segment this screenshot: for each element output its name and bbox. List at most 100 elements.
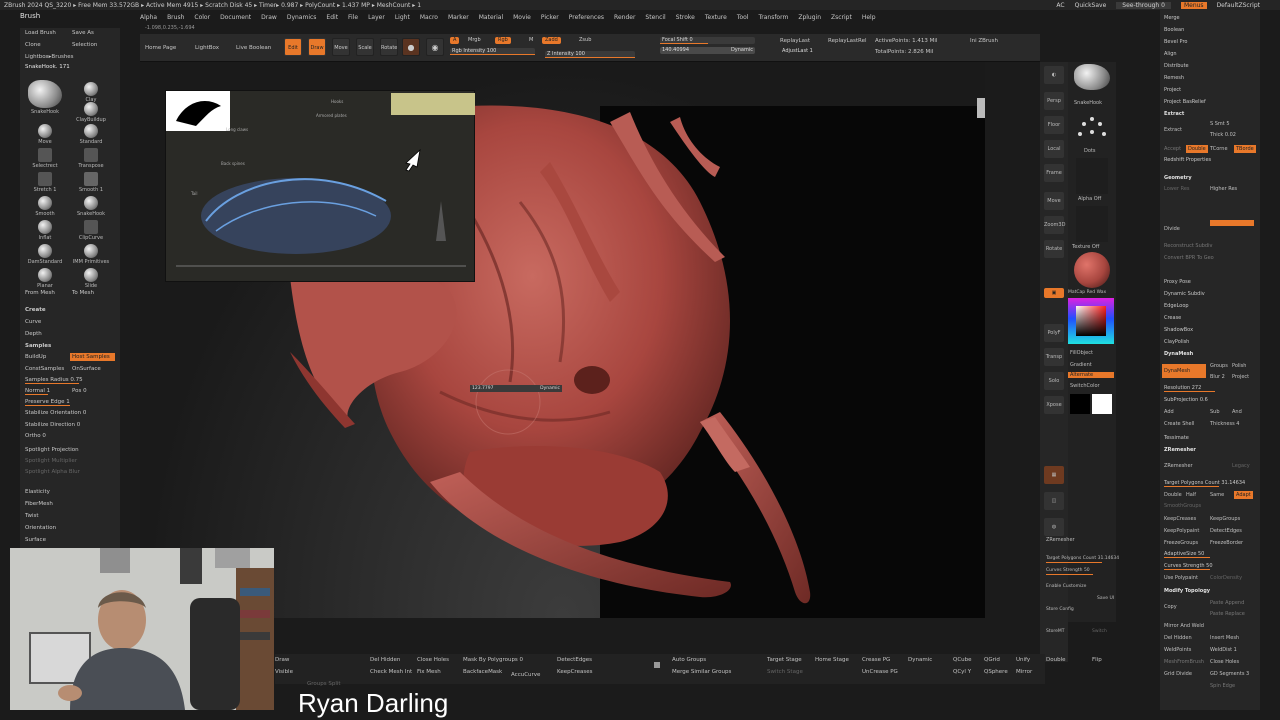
alternate-toggle[interactable]: Alternate — [1068, 372, 1114, 378]
lsym-button[interactable]: ▣ — [1044, 288, 1064, 298]
zadd-toggle[interactable]: Zadd — [542, 37, 561, 44]
keepcreases-toggle[interactable]: KeepCreases — [1164, 515, 1196, 523]
scale-button[interactable]: Scale — [356, 38, 374, 56]
brush-clipcurve[interactable]: ClipCurve — [68, 220, 114, 241]
switch-button[interactable]: Switch — [1092, 629, 1107, 634]
brush-claybuildup[interactable]: ClayBuildup — [68, 102, 114, 123]
save-as-button[interactable]: Save As — [72, 30, 94, 36]
del-hidden-shelf-button[interactable]: Del Hidden — [370, 656, 400, 664]
section-create[interactable]: Create — [25, 306, 115, 314]
target-stage-button[interactable]: Target Stage — [767, 656, 802, 664]
brush-standard[interactable]: Standard — [68, 124, 114, 145]
thick-slider[interactable]: Thick 0.02 — [1210, 131, 1236, 139]
menu-render[interactable]: Render — [614, 14, 635, 21]
qcyl-y-button[interactable]: QCyl Y — [953, 668, 971, 676]
qcube-button[interactable]: QCube — [953, 656, 972, 664]
half-toggle[interactable]: Half — [1186, 491, 1196, 499]
alpha-preview[interactable] — [1076, 158, 1108, 194]
zoom-button[interactable]: Floor — [1044, 116, 1064, 134]
claypolish-item[interactable]: ClayPolish — [1164, 338, 1189, 346]
brush-planar[interactable]: Planar — [22, 268, 68, 289]
lightbox-brushes-button[interactable]: Lightbox▸Brushes — [25, 54, 74, 60]
double-remesh-toggle[interactable]: Double — [1164, 491, 1182, 499]
brush-stretch[interactable]: Stretch 1 — [22, 172, 68, 193]
adaptivesize-slider[interactable]: AdaptiveSize 50 — [1164, 550, 1256, 558]
flip-shelf-button[interactable]: Flip — [1092, 656, 1102, 664]
polish-toggle[interactable]: Polish — [1232, 362, 1246, 370]
menu-transform[interactable]: Transform — [758, 14, 788, 21]
project-toggle[interactable]: Project — [1232, 373, 1249, 381]
menu-macro[interactable]: Macro — [420, 14, 438, 21]
solo-button[interactable]: ◍ — [1044, 518, 1064, 536]
qgrid-button[interactable]: QGrid — [984, 656, 1000, 664]
mesh-from-brush-button[interactable]: MeshFromBrush — [1164, 658, 1204, 666]
rgb-toggle[interactable]: Rgb — [495, 37, 511, 44]
color-picker[interactable] — [1068, 298, 1114, 346]
gradient-button[interactable]: Gradient — [1070, 362, 1092, 368]
focal-shift-slider[interactable]: Focal Shift 0 — [660, 37, 755, 44]
sub-button[interactable]: Sub — [1210, 408, 1220, 416]
s-smt-slider[interactable]: S Smt 5 — [1210, 120, 1230, 128]
stabilize-direction-slider[interactable]: Stabilize Direction 0 — [25, 421, 115, 429]
adapt-toggle[interactable]: Adapt — [1234, 491, 1253, 499]
menu-picker[interactable]: Picker — [541, 14, 559, 21]
thickness-slider[interactable]: Thickness 4 — [1210, 420, 1239, 428]
align-item[interactable]: Align — [1164, 50, 1177, 58]
store-config-button[interactable]: Store Config — [1046, 607, 1074, 612]
remesh-item[interactable]: Remesh — [1164, 74, 1184, 82]
keepcreases-shelf-toggle[interactable]: KeepCreases — [557, 668, 592, 676]
blur-slider[interactable]: Blur 2 — [1210, 373, 1225, 381]
weld-dist-slider[interactable]: WeldDist 1 — [1210, 646, 1237, 654]
tborde-toggle[interactable]: TBorde — [1234, 145, 1256, 153]
secondary-color-swatch[interactable] — [1092, 394, 1112, 414]
move-view-button[interactable]: Transp — [1044, 348, 1064, 366]
redshift-properties-item[interactable]: Redshift Properties — [1164, 156, 1211, 164]
clone-button[interactable]: Clone — [25, 42, 41, 48]
detectedges-shelf-button[interactable]: DetectEdges — [557, 656, 592, 664]
unify-button[interactable]: Unify — [1016, 656, 1030, 664]
close-holes-shelf-button[interactable]: Close Holes — [417, 656, 449, 664]
replay-last-button[interactable]: ReplayLast — [780, 34, 810, 48]
preserve-edge-slider[interactable]: Preserve Edge 1 — [25, 398, 115, 406]
edit-button[interactable]: Edit — [284, 38, 302, 56]
quicksave-button[interactable]: QuickSave — [1075, 2, 1107, 9]
dynamic-shelf-button[interactable]: Dynamic — [908, 656, 932, 664]
menu-edit[interactable]: Edit — [326, 14, 338, 21]
local-button[interactable]: Rotate — [1044, 240, 1064, 258]
add-button[interactable]: Add — [1164, 408, 1174, 416]
dynamesh-section[interactable]: DynaMesh — [1164, 350, 1193, 358]
stroke-dots-preview[interactable] — [1076, 112, 1108, 144]
store-mt-button[interactable]: StoreMT — [1046, 629, 1065, 634]
ac-button[interactable]: AC — [1056, 2, 1064, 9]
convert-bpr-button[interactable]: Convert BPR To Geo — [1164, 254, 1214, 262]
spotlight-projection-toggle[interactable]: Spotlight Projection — [25, 446, 115, 454]
tessimate-item[interactable]: Tessimate — [1164, 434, 1189, 442]
replay-last-rel-button[interactable]: ReplayLastRel — [828, 34, 867, 48]
backface-mask-toggle[interactable]: BackfaceMask — [463, 668, 502, 676]
accept-button[interactable]: Accept — [1164, 145, 1181, 153]
merge-similar-groups-button[interactable]: Merge Similar Groups — [672, 668, 731, 676]
m-toggle[interactable]: M — [526, 37, 536, 44]
menu-tool[interactable]: Tool — [737, 14, 749, 21]
canvas-viewport[interactable]: Hooks Armored plates Long claws Back spi… — [140, 62, 985, 618]
fill-object-button[interactable]: FillObject — [1070, 350, 1093, 356]
host-samples-toggle[interactable]: Host Samples — [70, 353, 115, 361]
crease-pg-button[interactable]: Crease PG — [862, 656, 890, 664]
menu-material[interactable]: Material — [479, 14, 503, 21]
brush-transpose[interactable]: Transpose — [68, 148, 114, 169]
brush-smooth-1[interactable]: Smooth 1 — [68, 172, 114, 193]
brush-snakehook[interactable]: SnakeHook — [68, 196, 114, 217]
switch-stage-button[interactable]: Switch Stage — [767, 668, 803, 676]
menu-texture[interactable]: Texture — [705, 14, 727, 21]
home-stage-button[interactable]: Home Stage — [815, 656, 849, 664]
section-samples[interactable]: Samples — [25, 342, 115, 350]
project-item[interactable]: Project — [1164, 86, 1181, 94]
divide-button[interactable]: Divide — [1164, 225, 1180, 233]
move-button[interactable]: Move — [332, 38, 350, 56]
freezeborder-toggle[interactable]: FreezeBorder — [1210, 539, 1243, 547]
adjust-last-slider[interactable]: AdjustLast 1 — [780, 48, 870, 55]
extract-button[interactable]: Extract — [1164, 126, 1182, 134]
floor-button[interactable]: Zoom3D — [1044, 216, 1065, 234]
frame-button[interactable]: PolyF — [1044, 324, 1064, 342]
double-shelf-button[interactable]: Double — [1046, 656, 1066, 664]
